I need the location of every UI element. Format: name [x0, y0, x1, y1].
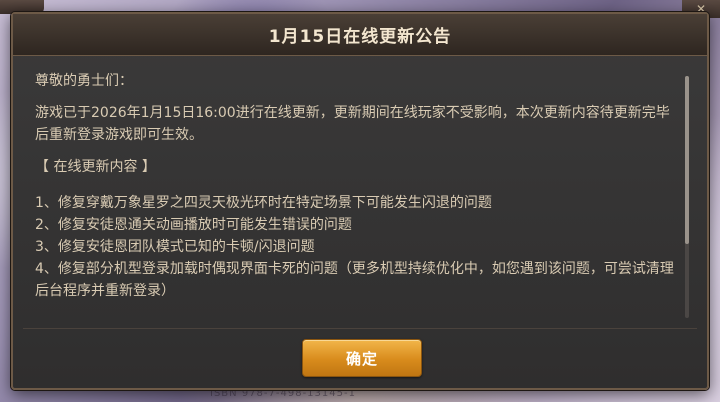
section-title: 【 在线更新内容 】 [35, 159, 156, 175]
dialog-title: 1月15日在线更新公告 [268, 27, 452, 47]
footer-divider [23, 328, 697, 329]
list-item: 4、修复部分机型登录加载时偶现界面卡死的问题（更多机型持续优化中，如您遇到该问题… [35, 261, 674, 299]
list-item: 2、修复安徒恩通关动画播放时可能发生错误的问题 [35, 217, 352, 233]
dialog-header: 1月15日在线更新公告 [13, 14, 707, 56]
background-footer-text: ISBN 978-7-498-13145-1 [210, 388, 356, 399]
scrollbar-thumb[interactable] [685, 76, 689, 244]
announcement-dialog: 1月15日在线更新公告 尊敬的勇士们： 游戏已于2026年1月15日16:00进… [11, 12, 709, 390]
announcement-content[interactable]: 尊敬的勇士们： 游戏已于2026年1月15日16:00进行在线更新，更新期间在线… [23, 64, 689, 322]
confirm-button[interactable]: 确定 [302, 339, 422, 377]
list-item: 1、修复穿戴万象星罗之四灵天极光环时在特定场景下可能发生闪退的问题 [35, 195, 492, 211]
list-item: 3、修复安徒恩团队模式已知的卡顿/闪退问题 [35, 239, 315, 255]
intro-text: 游戏已于2026年1月15日16:00进行在线更新，更新期间在线玩家不受影响，本… [35, 105, 670, 143]
greeting-text: 尊敬的勇士们： [35, 73, 133, 89]
content-scrollbar[interactable] [685, 76, 689, 318]
